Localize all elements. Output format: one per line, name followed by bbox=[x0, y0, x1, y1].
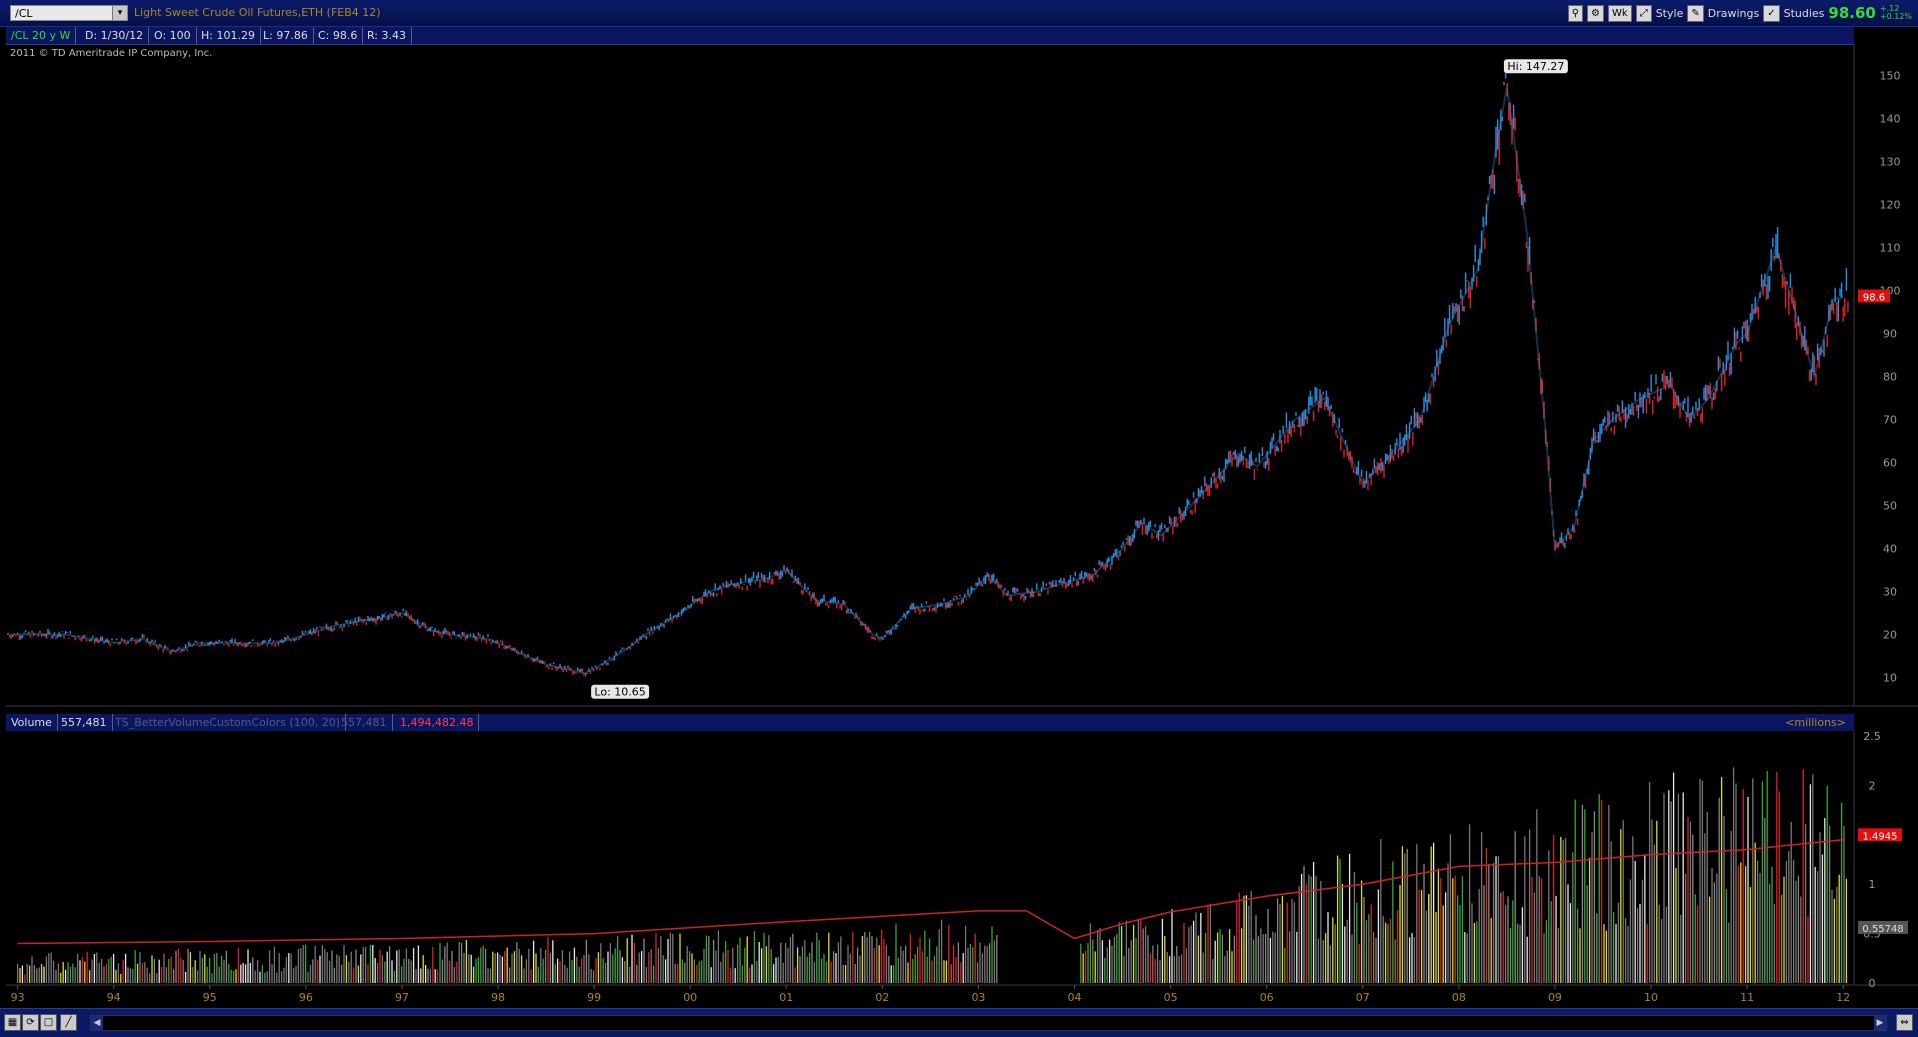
volume-study-value: 557,481 bbox=[336, 714, 393, 731]
price-annotations: Hi: 147.27 Lo: 10.65 98.6 bbox=[591, 59, 1890, 699]
price-y-tick: 40 bbox=[1883, 543, 1897, 556]
aggregation-label[interactable]: /CL 20 y W bbox=[6, 27, 77, 44]
pencil-icon[interactable]: ╱ bbox=[60, 1014, 77, 1031]
volume-y-tick: 1 bbox=[1869, 878, 1876, 891]
x-tick-label: 03 bbox=[971, 991, 985, 1004]
volume-label[interactable]: Volume bbox=[6, 714, 58, 731]
price-bars bbox=[7, 63, 1849, 677]
toolbar-right: ⚲ ⚙ Wk ⤢ Style ✎ Drawings ✓ Studies 98.6… bbox=[1567, 4, 1912, 22]
volume-units: <millions> bbox=[1785, 716, 1846, 729]
price-y-tick: 50 bbox=[1883, 500, 1897, 513]
scroll-left-icon[interactable]: ◀ bbox=[91, 1016, 103, 1030]
volume-average-value: 1,494,482.48 bbox=[395, 714, 480, 731]
settings-icon[interactable]: ⚙ bbox=[1587, 4, 1605, 22]
price-y-tick: 120 bbox=[1880, 199, 1901, 212]
price-y-tick: 90 bbox=[1883, 328, 1897, 341]
square-icon[interactable]: □ bbox=[40, 1014, 57, 1031]
x-tick-label: 95 bbox=[203, 991, 217, 1004]
link-icon[interactable]: ⚲ bbox=[1567, 4, 1584, 22]
price-y-tick: 20 bbox=[1883, 629, 1897, 642]
last-price-label: 98.6 bbox=[1863, 293, 1885, 304]
price-change: +.12 +0.12% bbox=[1880, 5, 1912, 21]
price-y-tick: 30 bbox=[1883, 586, 1897, 599]
range-value: R: 3.43 bbox=[362, 27, 412, 44]
close-value: C: 98.6 bbox=[313, 27, 364, 44]
price-y-tick: 130 bbox=[1880, 156, 1901, 169]
price-series-line bbox=[17, 87, 1844, 675]
volume-chart[interactable]: 00.511.522.5 1.49450.55748 9394959697989… bbox=[0, 731, 1918, 1008]
bottom-toolbar: ▦ ⟳ □ ╱ ◀ ▶ ⇔ bbox=[0, 1008, 1918, 1037]
low-value: L: 97.86 bbox=[258, 27, 314, 44]
change-percent: +0.12% bbox=[1879, 12, 1912, 21]
x-tick-label: 98 bbox=[491, 991, 505, 1004]
volume-y-tick: 0 bbox=[1869, 977, 1876, 990]
x-tick-label: 01 bbox=[779, 991, 793, 1004]
symbol-input[interactable]: /CL bbox=[10, 5, 128, 21]
instrument-description: Light Sweet Crude Oil Futures,ETH (FEB4 … bbox=[134, 6, 381, 19]
refresh-icon[interactable]: ⟳ bbox=[22, 1014, 39, 1031]
x-tick-label: 12 bbox=[1836, 991, 1850, 1004]
scroll-right-icon[interactable]: ▶ bbox=[1874, 1016, 1886, 1030]
last-price: 98.60 bbox=[1828, 4, 1876, 22]
open-value: O: 100 bbox=[149, 27, 197, 44]
price-y-tick: 80 bbox=[1883, 371, 1897, 384]
studies-button[interactable]: Studies bbox=[1784, 7, 1825, 20]
price-chart[interactable]: 102030405060708090100110120130140150 Hi:… bbox=[0, 44, 1918, 710]
x-tick-label: 99 bbox=[587, 991, 601, 1004]
style-button[interactable]: Style bbox=[1656, 7, 1684, 20]
x-tick-label: 96 bbox=[299, 991, 313, 1004]
timeframe-button[interactable]: Wk bbox=[1608, 4, 1632, 22]
x-tick-label: 93 bbox=[11, 991, 25, 1004]
x-tick-label: 97 bbox=[395, 991, 409, 1004]
price-y-tick: 140 bbox=[1880, 113, 1901, 126]
x-tick-label: 02 bbox=[875, 991, 889, 1004]
x-tick-label: 07 bbox=[1356, 991, 1370, 1004]
price-y-tick: 110 bbox=[1880, 242, 1901, 255]
x-tick-label: 00 bbox=[683, 991, 697, 1004]
price-y-tick: 70 bbox=[1883, 414, 1897, 427]
volume-annotations: 1.4945 0.55748 bbox=[1858, 828, 1908, 935]
volume-y-tick: 2.5 bbox=[1863, 731, 1881, 743]
expand-icon[interactable]: ⇔ bbox=[1896, 1014, 1913, 1031]
price-y-tick: 10 bbox=[1883, 672, 1897, 685]
price-y-tick: 60 bbox=[1883, 457, 1897, 470]
volume-y-axis: 00.511.522.5 bbox=[1863, 731, 1881, 990]
x-tick-label: 10 bbox=[1644, 991, 1658, 1004]
x-tick-label: 08 bbox=[1452, 991, 1466, 1004]
x-tick-label: 06 bbox=[1260, 991, 1274, 1004]
symbol-dropdown-icon[interactable]: ▾ bbox=[112, 6, 127, 20]
volume-info-bar: Volume 557,481 TS_BetterVolumeCustomColo… bbox=[6, 714, 1854, 731]
volume-y-tick: 2 bbox=[1869, 779, 1876, 792]
price-y-axis: 102030405060708090100110120130140150 bbox=[1880, 70, 1901, 685]
volume-value: 557,481 bbox=[56, 714, 113, 731]
grid-icon[interactable]: ▦ bbox=[4, 1014, 21, 1031]
volume-study-name[interactable]: TS_BetterVolumeCustomColors (100, 20) bbox=[110, 714, 347, 731]
x-tick-label: 04 bbox=[1068, 991, 1082, 1004]
x-tick-label: 05 bbox=[1164, 991, 1178, 1004]
volume-last-label: 1.4945 bbox=[1863, 831, 1898, 842]
style-icon[interactable]: ⤢ bbox=[1635, 4, 1652, 22]
top-toolbar: /CL ▾ Light Sweet Crude Oil Futures,ETH … bbox=[0, 0, 1918, 27]
price-info-bar: /CL 20 y W D: 1/30/12 O: 100 H: 101.29 L… bbox=[6, 27, 1854, 45]
horizontal-scrollbar[interactable]: ◀ ▶ bbox=[90, 1015, 1887, 1031]
x-tick-label: 09 bbox=[1548, 991, 1562, 1004]
x-axis: 93 94 95 96 97 98 99 00 01 02 03 04 05 06 07 08 09 10 11 12 bbox=[11, 985, 1850, 1004]
volume-average-line bbox=[17, 838, 1844, 945]
studies-icon[interactable]: ✓ bbox=[1763, 4, 1780, 22]
x-tick-label: 94 bbox=[107, 991, 121, 1004]
volume-second-label: 0.55748 bbox=[1862, 924, 1903, 935]
date-value: D: 1/30/12 bbox=[80, 27, 150, 44]
lo-label: Lo: 10.65 bbox=[594, 686, 645, 699]
volume-bars bbox=[16, 767, 1848, 983]
drawings-button[interactable]: Drawings bbox=[1708, 7, 1759, 20]
drawings-icon[interactable]: ✎ bbox=[1687, 4, 1704, 22]
x-tick-label: 11 bbox=[1740, 991, 1754, 1004]
price-y-tick: 150 bbox=[1880, 70, 1901, 83]
hi-label: Hi: 147.27 bbox=[1507, 60, 1564, 73]
high-value: H: 101.29 bbox=[196, 27, 261, 44]
